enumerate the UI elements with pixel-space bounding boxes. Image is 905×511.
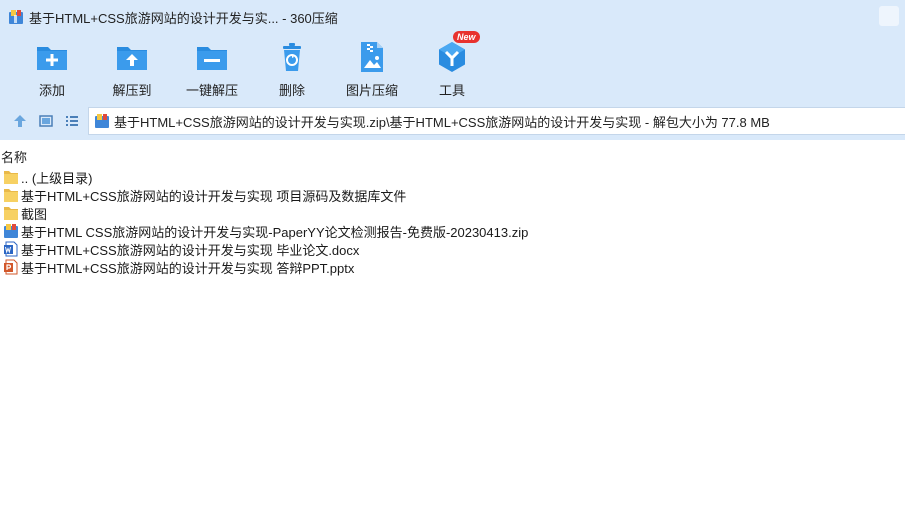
list-item-name: 基于HTML CSS旅游网站的设计开发与实现-PaperYY论文检测报告-免费版… [21, 224, 529, 240]
list-item-pptx[interactable]: 基于HTML+CSS旅游网站的设计开发与实现 答辩PPT.pptx [0, 258, 905, 276]
list-view-icon[interactable] [64, 113, 80, 129]
file-list: 名称 .. (上级目录) 基于HTML+CSS旅游网站的设计开发与实现 项目源码… [0, 140, 905, 511]
zip-file-icon [94, 113, 110, 129]
delete-label: 删除 [278, 83, 305, 98]
thumbnail-view-icon[interactable] [38, 113, 54, 129]
extract-to-icon [115, 40, 149, 74]
list-item-zip[interactable]: 基于HTML CSS旅游网站的设计开发与实现-PaperYY论文检测报告-免费版… [0, 222, 905, 240]
one-click-extract-label: 一键解压 [185, 83, 238, 98]
folder-icon [3, 169, 19, 185]
list-item-name: 基于HTML+CSS旅游网站的设计开发与实现 答辩PPT.pptx [21, 260, 355, 276]
column-header-name[interactable]: 名称 [1, 147, 27, 166]
extract-to-label: 解压到 [112, 83, 152, 98]
tools-icon [435, 40, 469, 74]
image-compress-icon [355, 40, 389, 74]
folder-icon [3, 187, 19, 203]
list-item-docx[interactable]: 基于HTML+CSS旅游网站的设计开发与实现 毕业论文.docx [0, 240, 905, 258]
path-bar[interactable]: 基于HTML+CSS旅游网站的设计开发与实现.zip\基于HTML+CSS旅游网… [88, 107, 905, 135]
one-click-extract-button[interactable]: 一键解压 [172, 34, 252, 102]
navigation-bar: 基于HTML+CSS旅游网站的设计开发与实现.zip\基于HTML+CSS旅游网… [0, 102, 905, 140]
word-document-icon [3, 241, 19, 257]
app-zip-icon [8, 9, 24, 25]
delete-icon [275, 40, 309, 74]
new-badge: New [453, 31, 480, 43]
tools-label: 工具 [438, 83, 465, 98]
folder-icon [3, 205, 19, 221]
window-control-button[interactable] [879, 6, 899, 26]
list-item-parent-dir[interactable]: .. (上级目录) [0, 168, 905, 186]
toolbar: 添加 解压到 一键解压 删除 图片压缩 工具 New [0, 31, 905, 102]
up-arrow-icon[interactable] [12, 113, 28, 129]
zip-file-icon [3, 223, 19, 239]
add-button[interactable]: 添加 [12, 34, 92, 102]
current-path: 基于HTML+CSS旅游网站的设计开发与实现.zip\基于HTML+CSS旅游网… [114, 114, 770, 130]
delete-button[interactable]: 删除 [252, 34, 332, 102]
title-bar: 基于HTML+CSS旅游网站的设计开发与实... - 360压缩 [0, 0, 905, 34]
image-compress-label: 图片压缩 [345, 83, 398, 98]
add-icon [35, 40, 69, 74]
tools-button[interactable]: 工具 [412, 34, 492, 102]
extract-to-button[interactable]: 解压到 [92, 34, 172, 102]
window-title: 基于HTML+CSS旅游网站的设计开发与实... - 360压缩 [29, 10, 338, 26]
list-item-name: 基于HTML+CSS旅游网站的设计开发与实现 项目源码及数据库文件 [21, 188, 407, 204]
powerpoint-document-icon [3, 259, 19, 275]
add-label: 添加 [38, 83, 65, 98]
list-item-name: 基于HTML+CSS旅游网站的设计开发与实现 毕业论文.docx [21, 242, 360, 258]
list-item-name: 截图 [21, 206, 48, 222]
list-item-name: .. (上级目录) [21, 170, 93, 186]
one-click-extract-icon [195, 40, 229, 74]
list-item-folder[interactable]: 截图 [0, 204, 905, 222]
image-compress-button[interactable]: 图片压缩 [332, 34, 412, 102]
list-item-folder[interactable]: 基于HTML+CSS旅游网站的设计开发与实现 项目源码及数据库文件 [0, 186, 905, 204]
